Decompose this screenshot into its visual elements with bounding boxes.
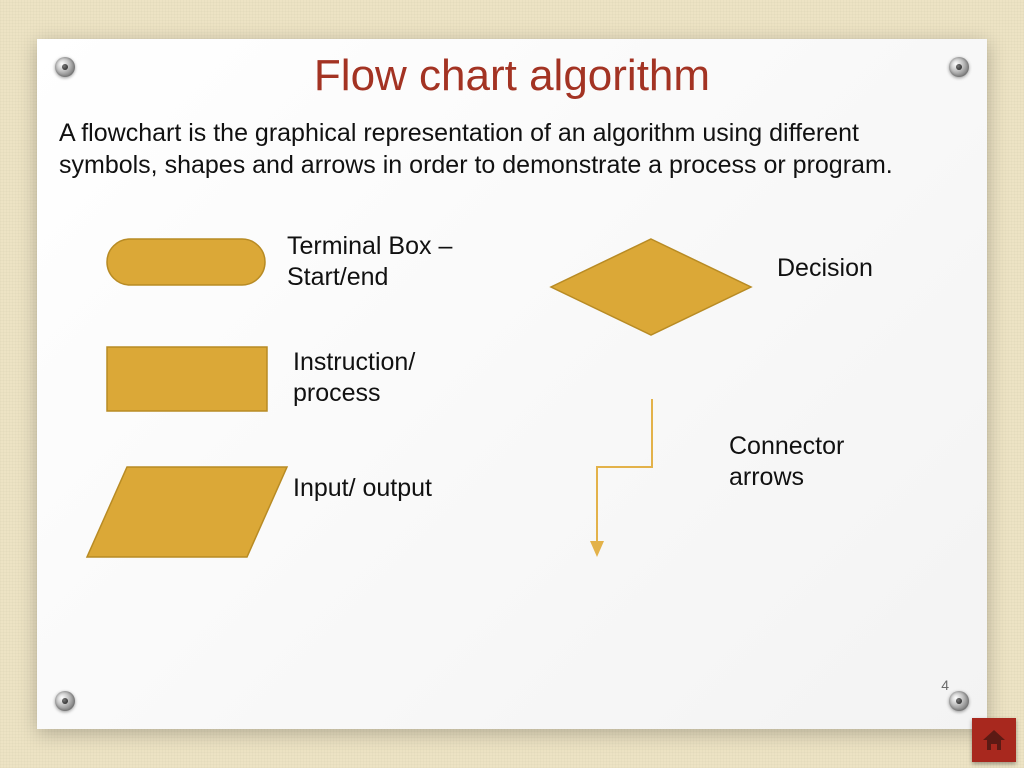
symbols-area: Terminal Box – Start/end Instruction/ pr… [37, 239, 987, 729]
terminal-label: Terminal Box – Start/end [287, 231, 507, 294]
home-button[interactable] [972, 718, 1016, 762]
slide-description: A flowchart is the graphical representat… [59, 117, 947, 181]
decision-shape-icon [551, 239, 751, 335]
connector-arrow-icon [590, 399, 652, 557]
io-shape-icon [87, 467, 287, 557]
io-label: Input/ output [293, 473, 513, 504]
decision-label: Decision [777, 253, 873, 284]
instruction-label: Instruction/ process [293, 347, 493, 410]
process-shape-icon [107, 347, 267, 411]
page-number: 4 [941, 677, 949, 693]
home-icon [980, 726, 1008, 754]
page-title: Flow chart algorithm [37, 51, 987, 101]
slide: Flow chart algorithm A flowchart is the … [37, 39, 987, 729]
terminal-shape-icon [107, 239, 265, 285]
connector-label: Connector arrows [729, 431, 889, 494]
